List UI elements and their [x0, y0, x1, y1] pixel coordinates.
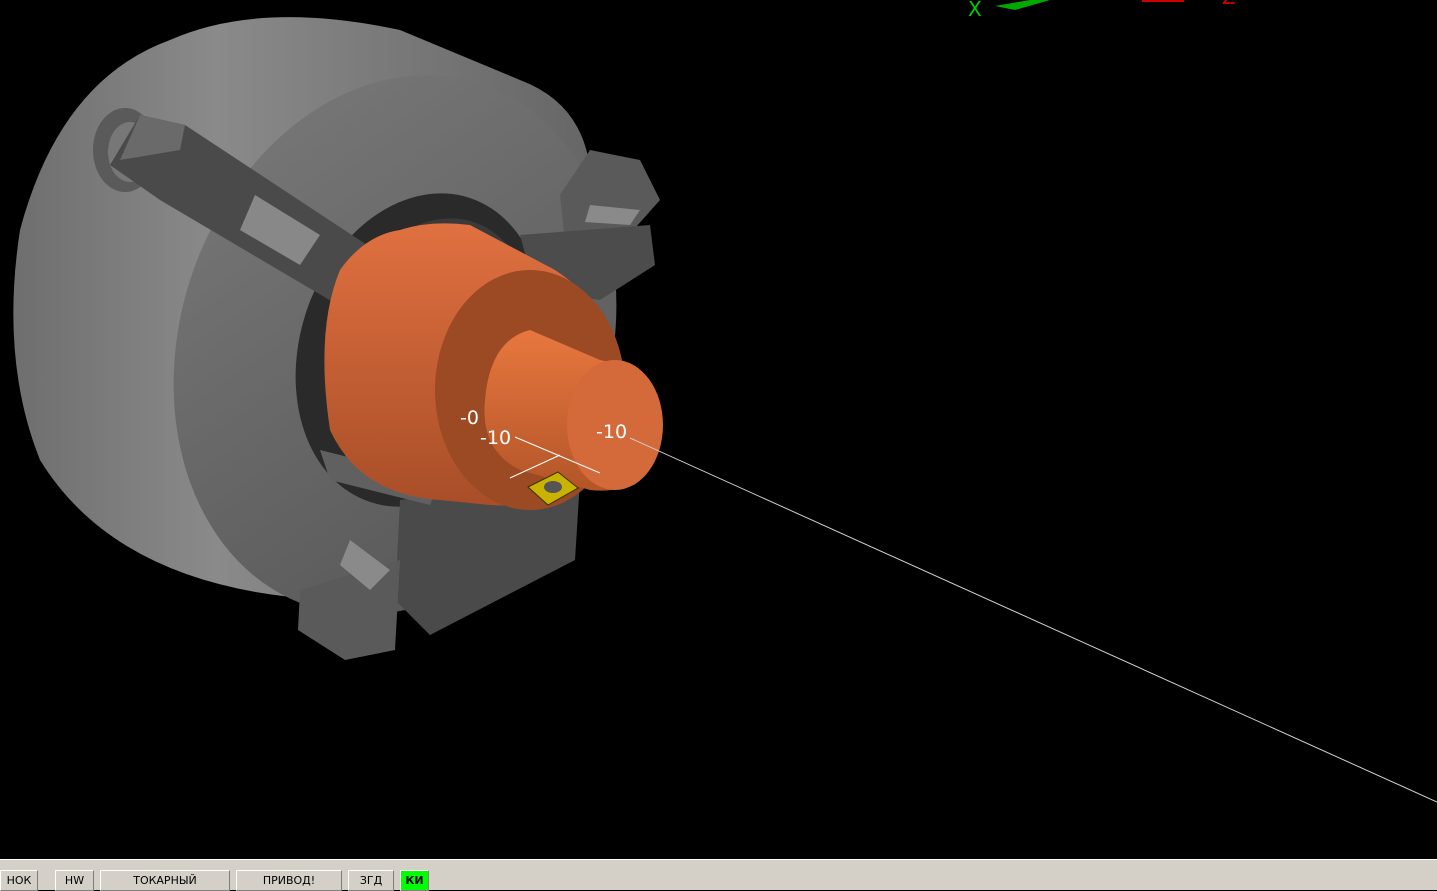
- reference-line: [629, 437, 1437, 803]
- axis-triad: X Z: [968, 0, 1236, 21]
- status-button-ki[interactable]: КИ: [400, 870, 429, 891]
- 3d-viewport[interactable]: -0 -10 -10 X Z: [0, 0, 1437, 859]
- lathe-scene: -0 -10 -10 X Z: [13, 0, 1437, 803]
- x-axis-label: X: [968, 0, 982, 21]
- status-bar: НОК HW ТОКАРНЫЙ ПРИВОД! ЗГД КИ: [0, 859, 1437, 891]
- z-axis-label: Z: [1222, 0, 1236, 9]
- dimension-label: -0: [460, 407, 479, 429]
- status-button-turning[interactable]: ТОКАРНЫЙ: [100, 870, 230, 891]
- dimension-label: -10: [596, 421, 627, 443]
- status-button-drive[interactable]: ПРИВОД!: [236, 870, 342, 891]
- status-button-hw[interactable]: HW: [55, 870, 94, 891]
- dimension-label: -10: [480, 427, 511, 449]
- status-button-nok[interactable]: НОК: [0, 870, 38, 891]
- status-button-zgd[interactable]: ЗГД: [348, 870, 394, 891]
